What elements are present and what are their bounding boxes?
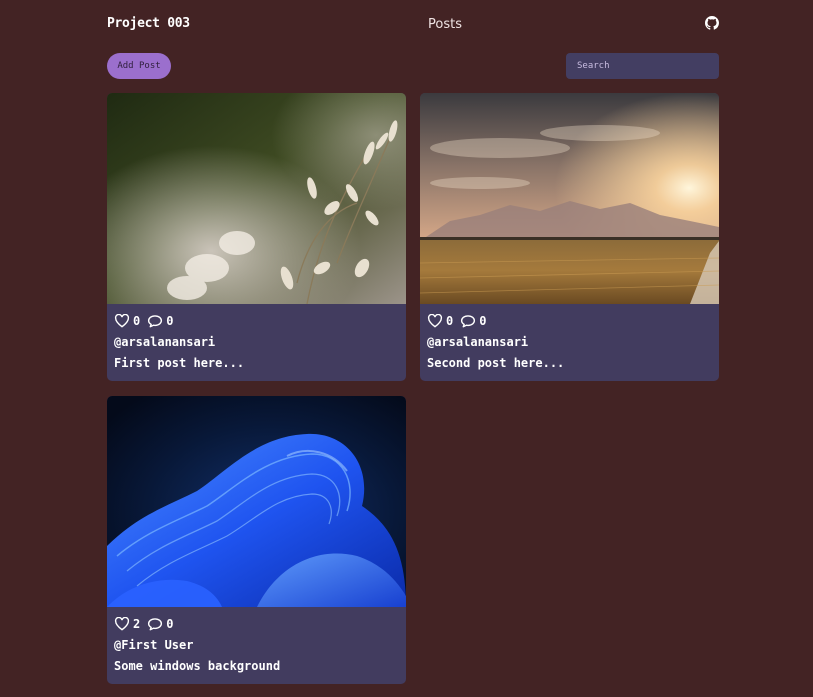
post-card[interactable]: 0 0 @arsalanansari First post here... bbox=[107, 93, 406, 381]
comment-button[interactable]: 0 bbox=[460, 314, 486, 328]
like-button[interactable]: 0 bbox=[427, 314, 453, 328]
comment-icon bbox=[148, 618, 163, 631]
post-author[interactable]: @arsalanansari bbox=[427, 335, 528, 349]
heart-icon bbox=[114, 314, 130, 328]
comment-button[interactable]: 0 bbox=[147, 617, 173, 631]
post-image[interactable] bbox=[107, 93, 406, 304]
post-author[interactable]: @arsalanansari bbox=[114, 335, 215, 349]
comment-icon bbox=[148, 315, 163, 328]
top-nav: Project 003 Posts bbox=[107, 14, 719, 36]
like-button[interactable]: 2 bbox=[114, 617, 140, 631]
post-card[interactable]: 0 0 @arsalanansari Second post here... bbox=[420, 93, 719, 381]
post-card[interactable]: 2 0 @First User Some windows background bbox=[107, 396, 406, 684]
comment-count: 0 bbox=[166, 617, 174, 631]
comment-icon bbox=[461, 315, 476, 328]
toolbar: Add Post bbox=[107, 53, 719, 79]
heart-icon bbox=[427, 314, 443, 328]
post-stats: 0 0 bbox=[427, 313, 493, 329]
search-input[interactable] bbox=[566, 53, 719, 79]
post-stats: 0 0 bbox=[114, 313, 180, 329]
comment-count: 0 bbox=[479, 314, 487, 328]
post-author[interactable]: @First User bbox=[114, 638, 193, 652]
post-text: First post here... bbox=[114, 356, 245, 370]
like-count: 2 bbox=[133, 617, 141, 631]
add-post-button[interactable]: Add Post bbox=[107, 53, 171, 79]
like-count: 0 bbox=[133, 314, 141, 328]
brand-title[interactable]: Project 003 bbox=[107, 16, 190, 31]
github-icon[interactable] bbox=[705, 16, 719, 30]
post-image[interactable] bbox=[420, 93, 719, 304]
post-text: Some windows background bbox=[114, 659, 281, 673]
post-stats: 2 0 bbox=[114, 616, 180, 632]
comment-button[interactable]: 0 bbox=[147, 314, 173, 328]
like-button[interactable]: 0 bbox=[114, 314, 140, 328]
heart-icon bbox=[114, 617, 130, 631]
post-text: Second post here... bbox=[427, 356, 565, 370]
comment-count: 0 bbox=[166, 314, 174, 328]
post-image[interactable] bbox=[107, 396, 406, 607]
like-count: 0 bbox=[446, 314, 454, 328]
page-title: Posts bbox=[428, 17, 462, 32]
